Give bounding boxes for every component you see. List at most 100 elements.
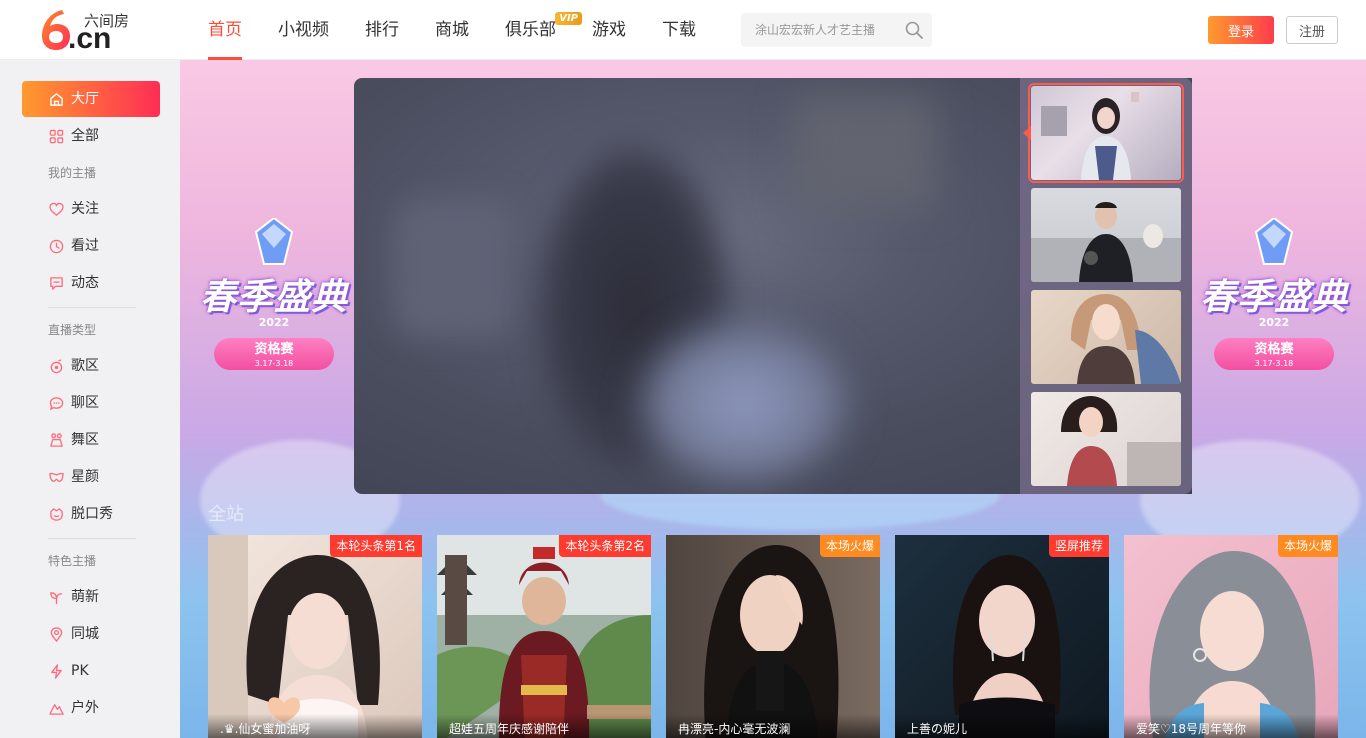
sidebar-group-title: 我的主播: [48, 166, 97, 180]
sidebar-item-follow[interactable]: 关注: [22, 191, 160, 227]
mountain-icon: [49, 704, 64, 715]
sidebar-item-nearby[interactable]: 同城: [22, 616, 160, 652]
room-title: 冉漂亮-内心毫无波澜: [666, 714, 880, 738]
sidebar-item-label: 看过: [71, 238, 99, 254]
room-tag-badge: 本轮头条第1名: [330, 535, 422, 557]
nav-short-video-label: 小视频: [278, 20, 329, 40]
sidebar-item-all[interactable]: 全部: [22, 118, 160, 154]
sidebar-item-label: 户外: [71, 700, 99, 716]
search-icon[interactable]: [905, 21, 923, 39]
room-cover-image: [895, 535, 1109, 738]
dance-icon: [50, 433, 63, 447]
sidebar-item-talkshow[interactable]: 脱口秀: [22, 496, 160, 532]
event-banner-right[interactable]: 春季盛典 2022 资格赛 3.17-3.18: [1194, 218, 1354, 380]
room-thumbnail-image: [1061, 396, 1181, 486]
lightning-icon: [51, 664, 62, 679]
event-banner-left[interactable]: 春季盛典 2022 资格赛 3.17-3.18: [194, 218, 354, 380]
room-tag-badge: 竖屏推荐: [1048, 535, 1109, 557]
home-icon: [50, 93, 63, 106]
sidebar-divider: [48, 538, 136, 539]
live-room-card[interactable]: 本场火爆 冉漂亮-内心毫无波澜: [666, 535, 880, 738]
hall-content: 春季盛典 2022 资格赛 3.17-3.18 春季盛典 2022 资格赛 3.…: [180, 60, 1366, 738]
sidebar-item-label: 聊区: [71, 395, 99, 411]
sidebar-item-dance[interactable]: 舞区: [22, 422, 160, 458]
sidebar-group-title: 特色主播: [48, 554, 97, 568]
nav-home[interactable]: 首页: [190, 0, 260, 60]
nav-club-label: 俱乐部: [505, 20, 556, 40]
site-logo[interactable]: 六间房 .cn: [38, 8, 138, 55]
event-stage-label: 资格赛: [254, 342, 294, 357]
sidebar-item-label: 全部: [71, 128, 99, 144]
live-room-card[interactable]: 本场火爆 爱笑♡18号周年等你: [1124, 535, 1338, 738]
event-year: 2022: [258, 316, 290, 329]
login-button[interactable]: 登录: [1208, 16, 1274, 44]
room-thumbnail[interactable]: [1028, 83, 1184, 183]
video-blur-shape: [394, 198, 514, 338]
nav-shop[interactable]: 商城: [417, 0, 487, 60]
sidebar-item-label: 关注: [71, 201, 99, 217]
event-year: 2022: [1258, 316, 1290, 329]
active-thumb-pointer-icon: [1023, 126, 1031, 140]
clock-icon: [49, 239, 64, 254]
mask-icon: [49, 472, 64, 482]
event-dates: 3.17-3.18: [254, 359, 294, 368]
nav-shop-label: 商城: [435, 20, 469, 40]
top-header: 六间房 .cn 首页 小视频 排行 商城 俱乐部VIP 游戏 下载 登录 注册: [0, 0, 1366, 60]
heart-icon: [49, 202, 64, 216]
sidebar-item-outdoor[interactable]: 户外: [22, 690, 160, 726]
room-cover-image: [437, 535, 651, 738]
room-title: .♛.仙女蜜加油呀: [208, 714, 422, 738]
sidebar-item-hall[interactable]: 大厅: [22, 81, 160, 117]
sidebar-item-pk[interactable]: PK: [22, 653, 160, 689]
sidebar-item-history[interactable]: 看过: [22, 228, 160, 264]
search-box: [741, 13, 932, 47]
sidebar-item-song[interactable]: 歌区: [22, 348, 160, 384]
room-thumbnail[interactable]: [1031, 392, 1181, 486]
sidebar-item-star[interactable]: 星颜: [22, 459, 160, 495]
live-room-card[interactable]: 竖屏推荐 上善の妮儿: [895, 535, 1109, 738]
sidebar-item-label: 歌区: [71, 358, 99, 374]
left-sidebar: 大厅 全部 我的主播 关注 看过 动态 直播类型 歌区 聊区 舞区 星颜 脱口秀…: [0, 60, 180, 738]
logo-domain: .cn: [68, 22, 112, 55]
sprout-icon: [50, 592, 63, 605]
nav-home-label: 首页: [208, 20, 242, 40]
nav-games[interactable]: 游戏: [574, 0, 644, 60]
nav-ranking-label: 排行: [365, 20, 399, 40]
event-stage-pill: 资格赛 3.17-3.18: [1214, 338, 1334, 370]
gem-icon: [254, 218, 294, 265]
nav-club[interactable]: 俱乐部 VIP: [487, 0, 582, 60]
sidebar-item-feed[interactable]: 动态: [22, 265, 160, 301]
room-title: 爱笑♡18号周年等你: [1124, 714, 1338, 738]
room-thumbnail[interactable]: [1031, 188, 1181, 282]
room-cover-image: [208, 535, 422, 738]
sidebar-item-label: 星颜: [71, 469, 99, 485]
room-thumbnail[interactable]: [1031, 290, 1181, 384]
sidebar-divider: [48, 307, 136, 308]
smile-icon: [50, 508, 63, 521]
sidebar-item-label: 萌新: [71, 589, 99, 605]
search-input[interactable]: [741, 13, 891, 47]
live-room-card[interactable]: 本轮头条第2名 超娃五周年庆感谢陪伴: [437, 535, 651, 738]
register-button[interactable]: 注册: [1286, 16, 1338, 44]
nav-download[interactable]: 下载: [644, 0, 714, 60]
room-thumbnail-image: [1031, 202, 1181, 282]
music-icon: [50, 359, 63, 374]
sidebar-item-label: 同城: [71, 626, 99, 642]
sidebar-item-label: 脱口秀: [71, 506, 113, 522]
video-blur-shape: [794, 98, 934, 208]
event-title: 春季盛典: [199, 277, 348, 318]
gem-icon: [1254, 218, 1294, 265]
message-icon: [50, 277, 63, 290]
video-blur-shape: [634, 318, 854, 488]
sidebar-item-chat[interactable]: 聊区: [22, 385, 160, 421]
grid-icon: [49, 129, 64, 144]
live-room-card[interactable]: 本轮头条第1名 .♛.仙女蜜加油呀: [208, 535, 422, 738]
room-tag-badge: 本场火爆: [819, 535, 880, 557]
sidebar-group-title: 直播类型: [48, 323, 97, 337]
nav-ranking[interactable]: 排行: [347, 0, 417, 60]
sidebar-item-label: PK: [71, 663, 89, 679]
nav-short-video[interactable]: 小视频: [260, 0, 347, 60]
sidebar-item-label: 大厅: [71, 91, 99, 107]
sidebar-item-newbie[interactable]: 萌新: [22, 579, 160, 615]
room-cover-image: [1124, 535, 1338, 738]
